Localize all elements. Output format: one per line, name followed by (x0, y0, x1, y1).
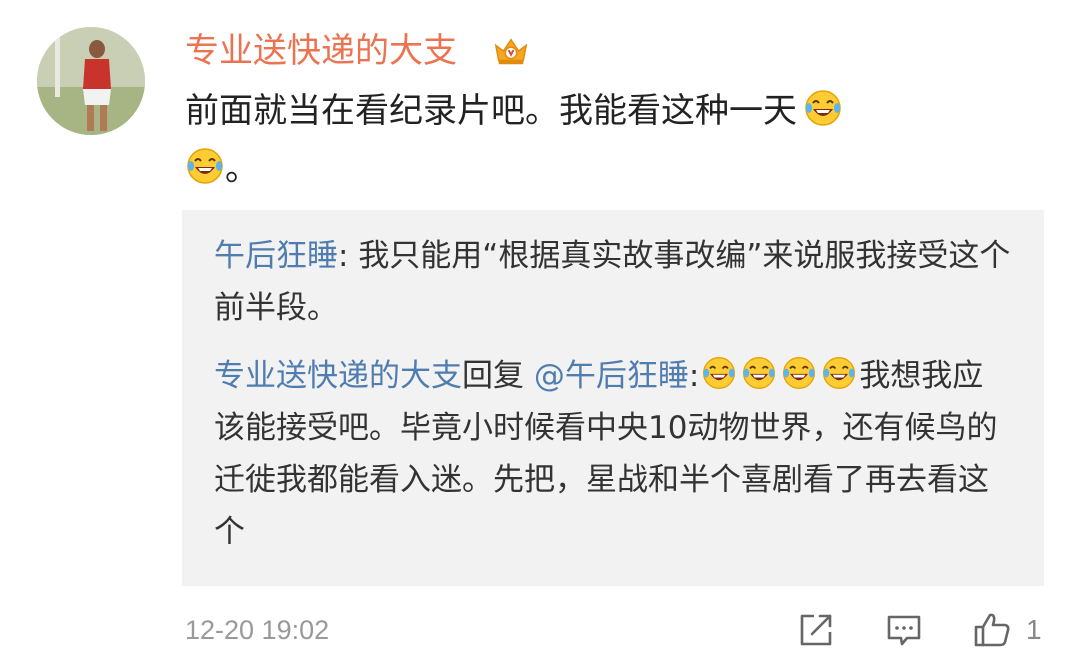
comment-timestamp: 12-20 19:02 (185, 615, 330, 645)
reply-author-link[interactable]: 专业送快递的大支 (214, 358, 462, 394)
laughing-tears-emoji (805, 90, 841, 126)
laughing-tears-emoji (783, 357, 816, 389)
share-button[interactable] (796, 608, 836, 652)
reply-separator: : (688, 358, 700, 394)
reply-author-link[interactable]: 午后狂睡 (214, 238, 338, 274)
comment-text: 前面就当在看纪录片吧。我能看这种一天 (185, 91, 797, 131)
thumbs-up-icon (974, 613, 1010, 647)
reply-word: 回复 (462, 358, 524, 394)
comment-icon (887, 615, 921, 646)
laughing-tears-emoji (187, 148, 223, 184)
reply-item: 午后狂睡: 我只能用“根据真实故事改编”来说服我接受这个前半段。 (214, 230, 1014, 334)
like-count: 1 (1026, 614, 1042, 645)
username-link[interactable]: 专业送快递的大支 (185, 28, 457, 74)
comment-text-end: 。 (225, 149, 259, 189)
share-icon (800, 614, 832, 646)
laughing-tears-emoji (743, 357, 776, 389)
vip-crown-icon (494, 38, 528, 65)
like-button[interactable]: 1 (972, 608, 1042, 652)
reply-item: 专业送快递的大支回复 @午后狂睡: 我想我应该能接受吧。毕竟小时候看中央10动物… (214, 350, 1014, 558)
comment-body: 前面就当在看纪录片吧。我能看这种一天 。 (185, 82, 985, 198)
comment-button[interactable] (884, 608, 924, 652)
laughing-tears-emoji (823, 357, 856, 389)
mention-link[interactable]: @午后狂睡 (534, 358, 689, 394)
reply-separator: : (338, 238, 359, 274)
avatar[interactable] (37, 27, 145, 135)
laughing-tears-emoji (703, 357, 736, 389)
